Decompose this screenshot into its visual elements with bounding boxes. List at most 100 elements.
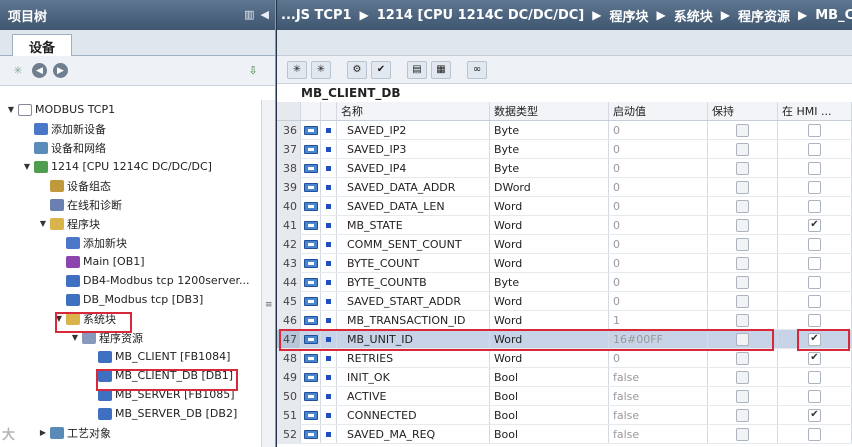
cell-name[interactable]: SAVED_START_ADDR — [337, 292, 490, 310]
snapshot-icon[interactable]: ⚙ — [347, 60, 367, 79]
table-row[interactable]: 42 COMM_SENT_COUNT Word 0 — [277, 235, 852, 254]
insert-row-icon[interactable]: ✳ — [287, 60, 307, 79]
tree-item[interactable]: ▼ 程序资源 — [0, 328, 262, 347]
monitor-icon[interactable]: ∞ — [467, 60, 487, 79]
table-row[interactable]: 41 MB_STATE Word 0 ✔ — [277, 216, 852, 235]
tree-item[interactable]: ▼ 系统块 — [0, 309, 262, 328]
expand-all-icon[interactable]: ▤ — [407, 60, 427, 79]
retain-checkbox[interactable] — [736, 123, 749, 137]
retain-checkbox[interactable] — [736, 389, 749, 403]
tree-item[interactable]: MB_CLIENT [FB1084] — [0, 347, 262, 366]
expand-arrow-icon[interactable]: ▼ — [54, 314, 64, 323]
cell-name[interactable]: SAVED_MA_REQ — [337, 425, 490, 443]
tree-item[interactable]: ▼ MODBUS TCP1 — [0, 100, 262, 119]
retain-checkbox[interactable] — [736, 161, 749, 175]
hmi-checkbox[interactable] — [808, 313, 821, 327]
cell-type[interactable]: Bool — [490, 387, 609, 405]
hmi-checkbox[interactable] — [808, 180, 821, 194]
table-row[interactable]: 47 MB_UNIT_ID Word 16#00FF ✔ — [277, 330, 852, 349]
cell-name[interactable]: SAVED_IP4 — [337, 159, 490, 177]
table-row[interactable]: 49 INIT_OK Bool false — [277, 368, 852, 387]
cell-name[interactable]: MB_UNIT_ID — [337, 330, 490, 348]
cell-name[interactable]: INIT_OK — [337, 368, 490, 386]
cell-type[interactable]: Bool — [490, 368, 609, 386]
column-header-type[interactable]: 数据类型 — [490, 102, 609, 120]
tree-item[interactable]: ▶ 工艺对象 — [0, 423, 262, 442]
retain-checkbox[interactable] — [736, 199, 749, 213]
tree-item[interactable]: ▼ 程序块 — [0, 214, 262, 233]
cell-type[interactable]: Word — [490, 330, 609, 348]
column-header-retain[interactable]: 保持 — [708, 102, 778, 120]
retain-checkbox[interactable] — [736, 294, 749, 308]
tree-item[interactable]: MB_SERVER_DB [DB2] — [0, 404, 262, 423]
cell-name[interactable]: CONNECTED — [337, 406, 490, 424]
hmi-checkbox[interactable]: ✔ — [808, 351, 821, 365]
cell-start-value[interactable]: false — [609, 368, 708, 386]
hmi-checkbox[interactable] — [808, 389, 821, 403]
column-header-name[interactable]: 名称 — [337, 102, 490, 120]
cell-start-value[interactable]: 0 — [609, 254, 708, 272]
table-row[interactable]: 50 ACTIVE Bool false — [277, 387, 852, 406]
cell-type[interactable]: Word — [490, 235, 609, 253]
retain-checkbox[interactable] — [736, 275, 749, 289]
tree-item[interactable]: 设备组态 — [0, 176, 262, 195]
table-row[interactable]: 43 BYTE_COUNT Word 0 — [277, 254, 852, 273]
cell-type[interactable]: Byte — [490, 121, 609, 139]
cell-start-value[interactable]: false — [609, 406, 708, 424]
retain-checkbox[interactable] — [736, 256, 749, 270]
tab-devices[interactable]: 设备 — [12, 34, 72, 57]
breadcrumb-item-program-resources[interactable]: 程序资源 — [738, 6, 790, 25]
hmi-checkbox[interactable]: ✔ — [808, 408, 821, 422]
hmi-checkbox[interactable]: ✔ — [808, 218, 821, 232]
table-row[interactable]: 40 SAVED_DATA_LEN Word 0 — [277, 197, 852, 216]
copy-snapshot-icon[interactable]: ✔ — [371, 60, 391, 79]
tree-item[interactable]: MB_CLIENT_DB [DB1] — [0, 366, 262, 385]
tree-item[interactable]: Main [OB1] — [0, 252, 262, 271]
cell-name[interactable]: BYTE_COUNTB — [337, 273, 490, 291]
cell-name[interactable]: ACTIVE — [337, 387, 490, 405]
retain-checkbox[interactable] — [736, 408, 749, 422]
hmi-checkbox[interactable] — [808, 199, 821, 213]
layout-toggle-icon[interactable]: ▥ — [244, 8, 254, 21]
cell-type[interactable]: Word — [490, 311, 609, 329]
retain-checkbox[interactable] — [736, 237, 749, 251]
collapse-all-icon[interactable]: ▦ — [431, 60, 451, 79]
expand-arrow-icon[interactable]: ▼ — [70, 333, 80, 342]
hmi-checkbox[interactable] — [808, 237, 821, 251]
cell-type[interactable]: Word — [490, 197, 609, 215]
retain-checkbox[interactable] — [736, 351, 749, 365]
cell-name[interactable]: RETRIES — [337, 349, 490, 367]
cell-start-value[interactable]: 0 — [609, 216, 708, 234]
cell-type[interactable]: Byte — [490, 159, 609, 177]
cell-start-value[interactable]: 16#00FF — [609, 330, 708, 348]
cell-type[interactable]: Bool — [490, 425, 609, 443]
download-icon[interactable]: ⇩ — [245, 63, 261, 79]
table-row[interactable]: 51 CONNECTED Bool false ✔ — [277, 406, 852, 425]
table-row[interactable]: 39 SAVED_DATA_ADDR DWord 0 — [277, 178, 852, 197]
breadcrumb-item-block[interactable]: MB_CLIE — [815, 8, 852, 23]
retain-checkbox[interactable] — [736, 370, 749, 384]
cell-name[interactable]: SAVED_DATA_ADDR — [337, 178, 490, 196]
cell-type[interactable]: Byte — [490, 273, 609, 291]
cell-start-value[interactable]: 0 — [609, 235, 708, 253]
retain-checkbox[interactable] — [736, 180, 749, 194]
cell-type[interactable]: DWord — [490, 178, 609, 196]
hmi-checkbox[interactable] — [808, 294, 821, 308]
retain-checkbox[interactable] — [736, 142, 749, 156]
tree-item[interactable]: 添加新块 — [0, 233, 262, 252]
breadcrumb-item-project[interactable]: ...JS TCP1 — [281, 8, 352, 23]
hmi-checkbox[interactable] — [808, 275, 821, 289]
cell-start-value[interactable]: 0 — [609, 292, 708, 310]
table-row[interactable]: 38 SAVED_IP4 Byte 0 — [277, 159, 852, 178]
forward-icon[interactable]: ▶ — [53, 63, 68, 78]
cell-start-value[interactable]: 0 — [609, 273, 708, 291]
cell-type[interactable]: Word — [490, 216, 609, 234]
hmi-checkbox[interactable] — [808, 142, 821, 156]
collapse-panel-icon[interactable]: ◀ — [261, 8, 269, 21]
cell-start-value[interactable]: 0 — [609, 140, 708, 158]
breadcrumb-item-cpu[interactable]: 1214 [CPU 1214C DC/DC/DC] — [377, 8, 584, 23]
hmi-checkbox[interactable] — [808, 370, 821, 384]
collapsed-arrow-icon[interactable]: ▶ — [38, 428, 48, 437]
cell-name[interactable]: MB_STATE — [337, 216, 490, 234]
cell-start-value[interactable]: 1 — [609, 311, 708, 329]
